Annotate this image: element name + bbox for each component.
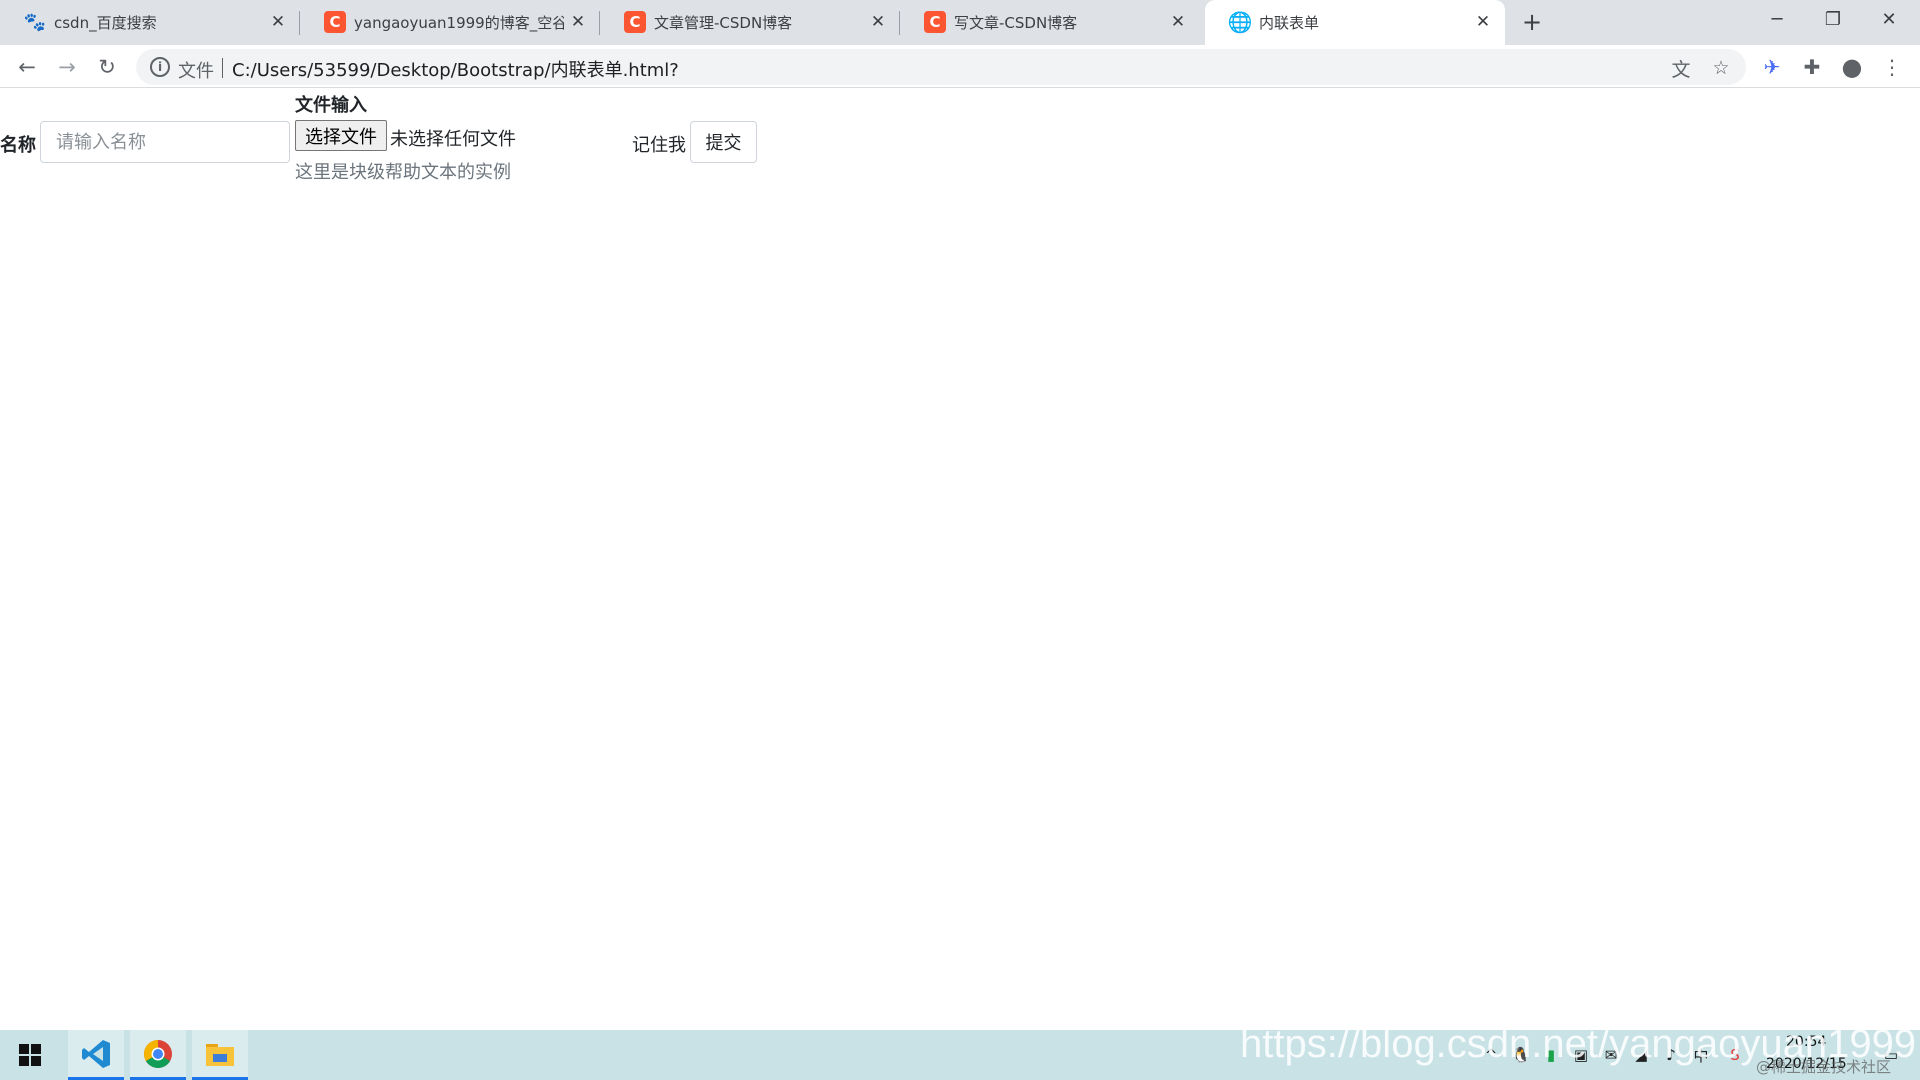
- translate-icon[interactable]: 文: [1668, 55, 1694, 81]
- tab-blog[interactable]: C yangaoyuan1999的博客_空谷 ✕: [300, 0, 600, 45]
- name-input[interactable]: [40, 121, 290, 163]
- file-input-label: 文件输入: [295, 95, 367, 116]
- bookmark-star-icon[interactable]: ☆: [1708, 55, 1734, 81]
- tab-title: 内联表单: [1259, 14, 1320, 32]
- restore-button[interactable]: ❐: [1806, 4, 1860, 34]
- folder-icon: [206, 1043, 234, 1066]
- close-icon[interactable]: ✕: [268, 12, 288, 32]
- tab-inline-form[interactable]: 🌐 内联表单 ✕: [1205, 0, 1505, 45]
- tab-baidu[interactable]: 🐾 csdn_百度搜索 ✕: [0, 0, 300, 45]
- extensions-puzzle-icon[interactable]: ✚: [1798, 53, 1826, 81]
- extension-icon[interactable]: ✈: [1758, 53, 1786, 81]
- forward-button[interactable]: →: [51, 51, 83, 83]
- tab-title: csdn_百度搜索: [54, 14, 157, 32]
- close-icon[interactable]: ✕: [1473, 12, 1493, 32]
- file-status: 未选择任何文件: [390, 129, 516, 150]
- tab-title: yangaoyuan1999的博客_空谷: [354, 14, 564, 32]
- page-content: 名称 文件输入 选择文件 未选择任何文件 这里是块级帮助文本的实例 记住我 提交: [0, 89, 1920, 1029]
- chrome-icon: [144, 1039, 172, 1068]
- tab-article-manage[interactable]: C 文章管理-CSDN博客 ✕: [600, 0, 900, 45]
- close-icon[interactable]: ✕: [1168, 12, 1188, 32]
- start-button[interactable]: [2, 1030, 58, 1080]
- profile-avatar-icon[interactable]: ●: [1838, 53, 1866, 81]
- csdn-icon: C: [324, 11, 346, 33]
- vscode-app[interactable]: [68, 1030, 124, 1080]
- choose-file-button[interactable]: 选择文件: [295, 120, 387, 151]
- csdn-icon: C: [924, 11, 946, 33]
- chrome-app[interactable]: [130, 1030, 186, 1080]
- tab-title: 写文章-CSDN博客: [954, 14, 1078, 32]
- remember-me-label[interactable]: 记住我: [632, 131, 686, 157]
- tab-title: 文章管理-CSDN博客: [654, 14, 793, 32]
- address-bar[interactable]: i 文件 C:/Users/53599/Desktop/Bootstrap/内联…: [136, 49, 1746, 85]
- new-tab-button[interactable]: +: [1516, 8, 1548, 36]
- windows-logo-icon: [19, 1044, 41, 1066]
- submit-button[interactable]: 提交: [690, 121, 757, 163]
- help-text: 这里是块级帮助文本的实例: [295, 162, 511, 183]
- close-icon[interactable]: ✕: [568, 12, 588, 32]
- info-icon[interactable]: i: [150, 57, 170, 77]
- minimize-button[interactable]: ─: [1750, 4, 1804, 34]
- close-window-button[interactable]: ✕: [1862, 4, 1916, 34]
- file-explorer-app[interactable]: [192, 1030, 248, 1080]
- menu-kebab-icon[interactable]: ⋮: [1878, 53, 1906, 81]
- close-icon[interactable]: ✕: [868, 12, 888, 32]
- vscode-icon: [82, 1039, 110, 1068]
- tab-strip: 🐾 csdn_百度搜索 ✕ C yangaoyuan1999的博客_空谷 ✕ C…: [0, 0, 1920, 45]
- scheme-label: 文件: [178, 61, 214, 82]
- tab-write-article[interactable]: C 写文章-CSDN博客 ✕: [900, 0, 1200, 45]
- url-text[interactable]: C:/Users/53599/Desktop/Bootstrap/内联表单.ht…: [232, 56, 679, 82]
- reload-button[interactable]: ↻: [91, 51, 123, 83]
- csdn-icon: C: [624, 11, 646, 33]
- watermark-small: @稀土掘金技术社区: [1756, 1058, 1892, 1076]
- baidu-paw-icon: 🐾: [23, 11, 47, 33]
- name-label: 名称: [0, 135, 36, 156]
- back-button[interactable]: ←: [11, 51, 43, 83]
- globe-icon: 🌐: [1227, 10, 1253, 34]
- browser-toolbar: ← → ↻ i 文件 C:/Users/53599/Desktop/Bootst…: [0, 45, 1920, 88]
